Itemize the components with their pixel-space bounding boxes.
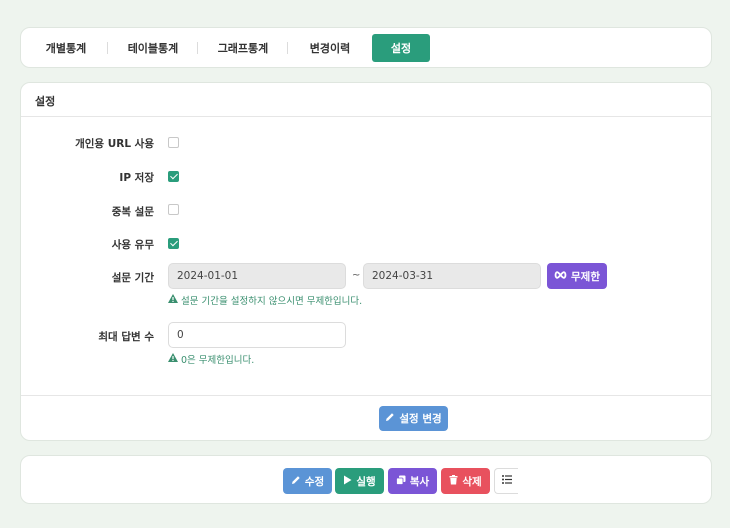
tab-individual-stats[interactable]: 개별통계 [35,34,97,62]
ip-save-checkbox[interactable] [168,171,179,182]
pencil-icon [291,475,301,488]
tab-graph-stats[interactable]: 그래프통계 [209,34,277,62]
run-button[interactable]: 실행 [335,468,384,494]
use-status-checkbox[interactable] [168,238,179,249]
tab-settings[interactable]: 설정 [372,34,430,62]
run-button-label: 실행 [356,475,376,488]
period-hint-text: 설문 기간을 설정하지 않으시면 무제한입니다. [181,296,363,307]
edit-button[interactable]: 수정 [283,468,332,494]
delete-button-label: 삭제 [462,475,482,488]
max-answers-hint-text: 0은 무제한입니다. [181,355,255,366]
infinity-icon [554,270,567,282]
ip-save-label: IP 저장 [119,172,154,184]
save-settings-label: 설정 변경 [399,413,442,425]
personal-url-label: 개인용 URL 사용 [75,138,154,150]
unlimited-button-label: 무제한 [571,270,600,283]
survey-period-label: 설문 기간 [111,272,154,284]
edit-button-label: 수정 [304,475,325,488]
pencil-icon [385,412,395,425]
warning-icon [168,294,178,306]
delete-button[interactable]: 삭제 [441,468,490,494]
duplicate-survey-label: 중복 설문 [111,206,154,218]
list-icon [501,475,512,487]
copy-button[interactable]: 복사 [388,468,437,494]
warning-icon [168,353,178,365]
copy-button-label: 복사 [409,475,430,488]
tab-separator [197,42,198,54]
settings-panel: 설정 개인용 URL 사용 IP 저장 중복 설문 사용 유무 설문 기간 ~ … [20,82,712,441]
tab-separator [107,42,108,54]
use-status-label: 사용 유무 [111,239,154,251]
period-hint: 설문 기간을 설정하지 않으시면 무제한입니다. [168,293,362,307]
duplicate-survey-checkbox[interactable] [168,204,179,215]
list-button[interactable] [494,468,518,494]
max-answers-hint: 0은 무제한입니다. [168,352,254,366]
tab-separator [287,42,288,54]
save-settings-button[interactable]: 설정 변경 [379,406,448,431]
play-icon [343,475,352,488]
divider [21,395,711,396]
settings-title: 설정 [21,83,711,117]
tab-change-history[interactable]: 변경이력 [299,34,361,62]
period-end-input[interactable] [363,263,541,289]
max-answers-label: 최대 답변 수 [98,331,154,343]
personal-url-checkbox[interactable] [168,137,179,148]
tab-table-stats[interactable]: 테이블통계 [119,34,187,62]
max-answers-input[interactable] [168,322,346,348]
action-bar: 수정 실행 복사 삭제 [20,455,712,504]
tab-bar: 개별통계 테이블통계 그래프통계 변경이력 설정 [20,27,712,68]
period-start-input[interactable] [168,263,346,289]
copy-icon [395,475,406,488]
period-separator: ~ [352,270,361,281]
unlimited-button[interactable]: 무제한 [547,263,607,289]
trash-icon [449,474,458,488]
